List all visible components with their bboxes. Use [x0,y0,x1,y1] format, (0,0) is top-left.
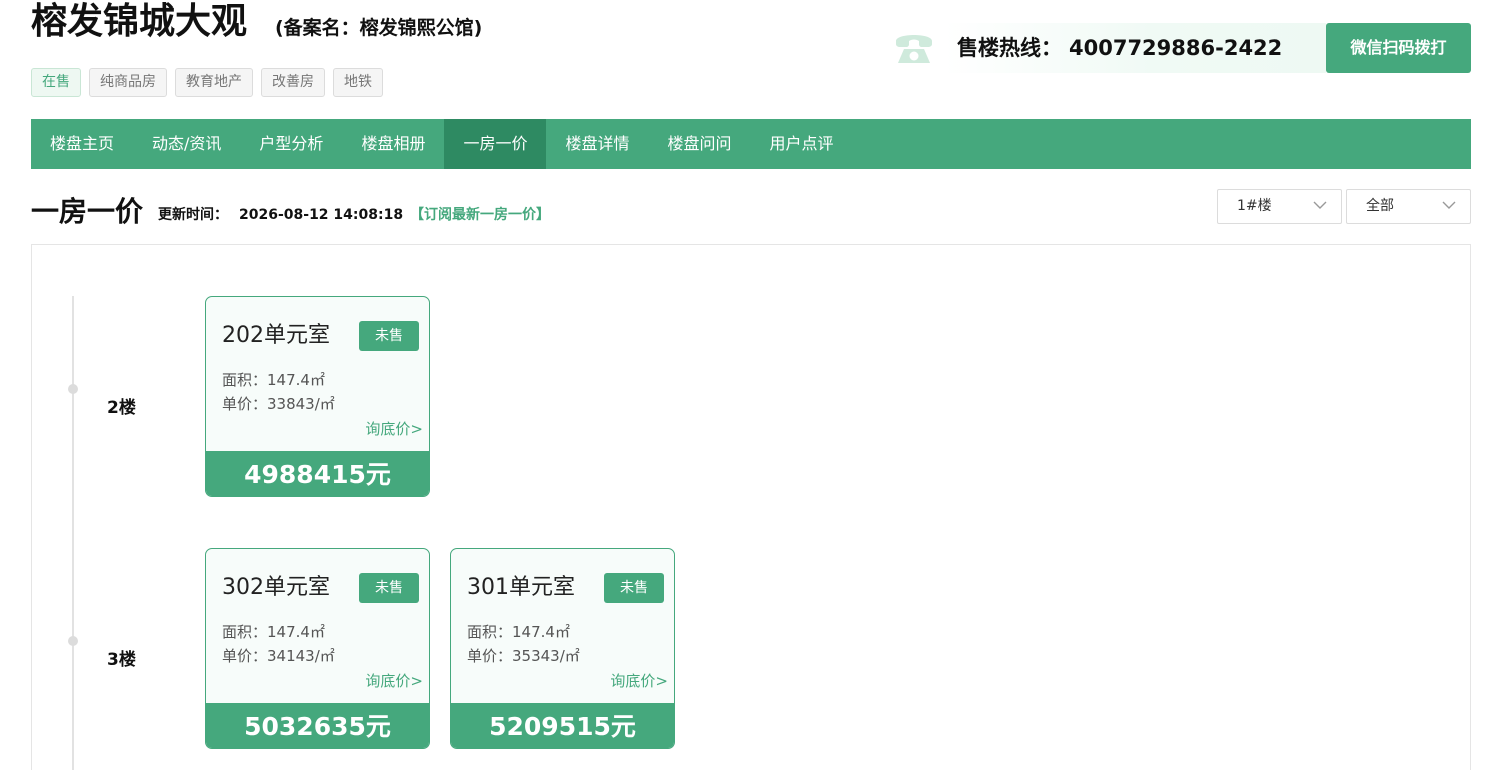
chevron-down-icon [1442,201,1456,209]
unit-total-price: 5032635元 [206,703,429,748]
telephone-icon [896,35,932,63]
floor-label-2: 2楼 [107,398,136,418]
status-badge: 未售 [604,573,664,603]
nav-item-floorplans[interactable]: 户型分析 [240,119,342,169]
project-title: 榕发锦城大观 [31,1,248,42]
nav-item-album[interactable]: 楼盘相册 [342,119,444,169]
ask-lowest-price-link[interactable]: 询底价> [365,670,423,692]
ask-lowest-price-link[interactable]: 询底价> [365,418,423,440]
wechat-scan-call-button[interactable]: 微信扫码拨打 [1326,23,1471,73]
timeline-dot [68,384,78,394]
unit-room: 301单元室 [467,575,575,600]
ask-lowest-price-link[interactable]: 询底价> [610,670,668,692]
unit-card-202[interactable]: 202单元室 未售 面积：147.4㎡ 单价：33843/㎡ 询底价> 4988… [205,296,430,497]
unit-price: 单价：34143/㎡ [222,647,335,665]
unit-room: 202单元室 [222,323,330,348]
unit-area: 面积：147.4㎡ [222,623,325,641]
unit-room: 302单元室 [222,575,330,600]
tag-subway: 地铁 [333,68,383,97]
building-select[interactable]: 1#楼 [1217,189,1342,224]
update-time-value: 2026-08-12 14:08:18 [239,207,404,223]
main-nav: 楼盘主页 动态/资讯 户型分析 楼盘相册 一房一价 楼盘详情 楼盘问问 用户点评 [31,119,1471,169]
nav-item-home[interactable]: 楼盘主页 [31,119,133,169]
hotline-label: 售楼热线： [957,36,1062,60]
unit-total-price: 5209515元 [451,703,674,748]
unit-card-301[interactable]: 301单元室 未售 面积：147.4㎡ 单价：35343/㎡ 询底价> 5209… [450,548,675,749]
nav-item-news[interactable]: 动态/资讯 [133,119,240,169]
nav-item-price-list[interactable]: 一房一价 [444,119,547,169]
tag-upgrade: 改善房 [261,68,325,97]
hotline-number: 4007729886-2422 [1069,36,1283,60]
status-select[interactable]: 全部 [1346,189,1471,224]
update-time-label: 更新时间： [158,207,228,223]
unit-area: 面积：147.4㎡ [467,623,570,641]
unit-area: 面积：147.4㎡ [222,371,325,389]
status-select-value: 全部 [1366,198,1394,214]
section-title: 一房一价 [31,195,144,228]
project-tags: 在售 纯商品房 教育地产 改善房 地铁 [31,68,383,97]
unit-price: 单价：33843/㎡ [222,395,335,413]
floor-timeline [72,296,74,770]
nav-item-details[interactable]: 楼盘详情 [546,119,648,169]
tag-education: 教育地产 [175,68,253,97]
unit-total-price: 4988415元 [206,451,429,496]
timeline-dot [68,636,78,646]
project-registered-name: (备案名：榕发锦熙公馆) [275,17,483,39]
nav-item-qa[interactable]: 楼盘问问 [648,119,750,169]
subscribe-link[interactable]: 【订阅最新一房一价】 [410,204,550,226]
unit-card-302[interactable]: 302单元室 未售 面积：147.4㎡ 单价：34143/㎡ 询底价> 5032… [205,548,430,749]
status-badge: 未售 [359,321,419,351]
unit-price: 单价：35343/㎡ [467,647,580,665]
tag-commercial: 纯商品房 [89,68,167,97]
building-select-value: 1#楼 [1237,198,1272,214]
nav-item-reviews[interactable]: 用户点评 [751,119,853,169]
tag-on-sale: 在售 [31,68,81,97]
status-badge: 未售 [359,573,419,603]
chevron-down-icon [1313,201,1327,209]
floor-label-3: 3楼 [107,650,136,670]
